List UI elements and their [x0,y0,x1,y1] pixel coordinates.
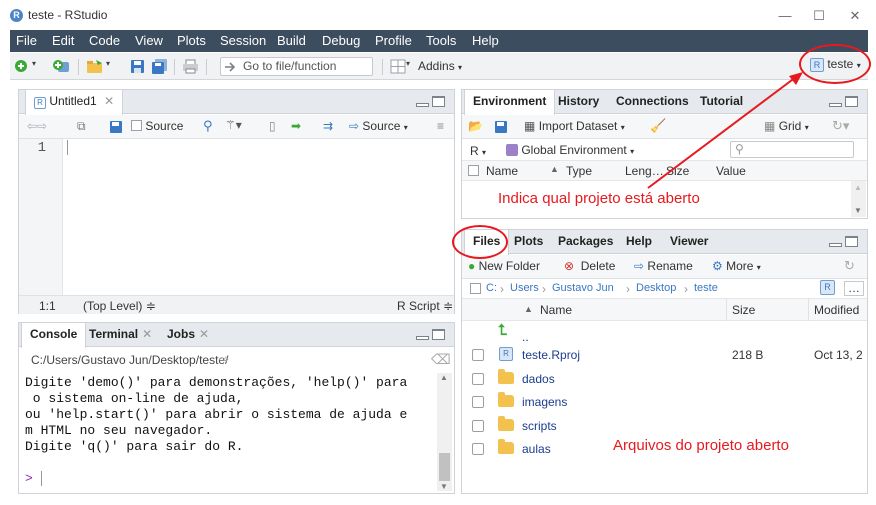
annotation-arrow [647,72,803,189]
project-annotation: Indica qual projeto está aberto [498,190,700,207]
files-annotation: Arquivos do projeto aberto [613,437,789,454]
